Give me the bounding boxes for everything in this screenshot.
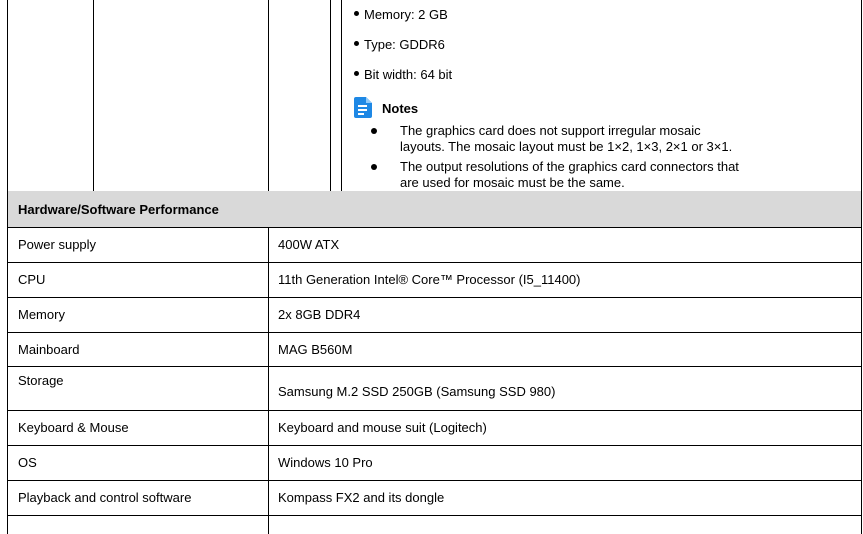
row-label: Playback and control software (18, 490, 192, 505)
row-label: OS (18, 455, 37, 470)
section-title: Hardware/Software Performance (18, 202, 219, 217)
notes-title: Notes (382, 101, 419, 116)
col-divider (341, 0, 342, 192)
row-value: 11th Generation Intel® Core™ Processor (… (278, 272, 581, 287)
note-icon (354, 97, 372, 118)
note-line: layouts. The mosaic layout must be 1×2, … (400, 139, 733, 154)
bullet-icon (354, 11, 359, 17)
bullet-icon (371, 128, 377, 134)
row-label: Storage (18, 373, 64, 388)
spec-table: Memory: 2 GB Type: GDDR6 Bit width: 64 b… (7, 0, 862, 534)
gpu-spec-item: Memory: 2 GB (354, 7, 448, 23)
row-value: Samsung M.2 SSD 250GB (Samsung SSD 980) (278, 384, 556, 399)
row-value: Kompass FX2 and its dongle (278, 490, 445, 505)
section-header: Hardware/Software Performance (8, 191, 861, 227)
row-divider (8, 410, 861, 411)
row-label: Keyboard & Mouse (18, 420, 129, 435)
bullet-icon (354, 71, 359, 77)
col-divider (268, 227, 269, 534)
note-line: The graphics card does not support irreg… (400, 123, 701, 138)
bullet-icon (371, 164, 377, 170)
row-divider (8, 332, 861, 333)
row-divider (8, 515, 861, 516)
row-label: CPU (18, 272, 46, 287)
note-line: are used for mosaic must be the same. (400, 175, 625, 190)
note-line: The output resolutions of the graphics c… (400, 159, 739, 174)
row-value: Keyboard and mouse suit (Logitech) (278, 420, 487, 435)
row-divider (8, 366, 861, 367)
row-label: Mainboard (18, 342, 80, 357)
row-divider (8, 262, 861, 263)
row-value: MAG B560M (278, 342, 353, 357)
gpu-spec-item: Type: GDDR6 (354, 37, 445, 53)
gpu-spec-item: Bit width: 64 bit (354, 67, 452, 83)
row-label: Power supply (18, 237, 97, 252)
row-divider (8, 445, 861, 446)
row-label: Memory (18, 307, 65, 322)
bullet-icon (354, 41, 359, 47)
col-divider (330, 0, 331, 192)
row-value: Windows 10 Pro (278, 455, 373, 470)
col-divider (93, 0, 94, 192)
row-divider (8, 227, 861, 228)
col-divider (268, 0, 269, 192)
row-divider (8, 297, 861, 298)
row-value: 2x 8GB DDR4 (278, 307, 361, 322)
row-value: 400W ATX (278, 237, 340, 252)
row-divider (8, 480, 861, 481)
